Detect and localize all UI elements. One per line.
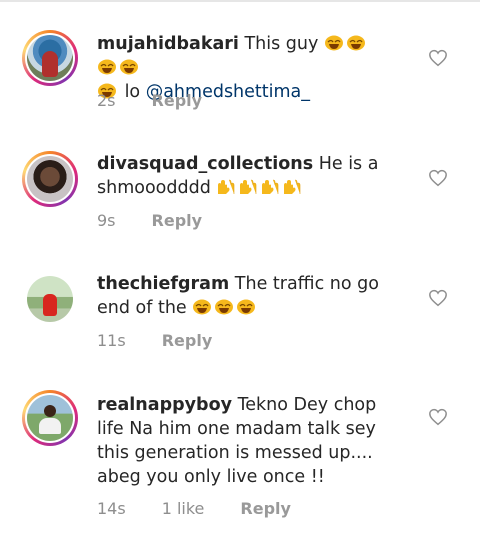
reply-button[interactable]: Reply: [240, 499, 291, 518]
comment-timestamp: 14s: [97, 499, 126, 518]
comment-meta: 11s Reply: [97, 331, 248, 350]
heart-outline-icon[interactable]: [428, 289, 448, 307]
reply-button[interactable]: Reply: [152, 211, 203, 230]
comment-text: realnappyboy Tekno Dey chop life Na him …: [97, 393, 387, 489]
avatar[interactable]: [22, 271, 78, 327]
comment-meta: 14s 1 like Reply: [97, 499, 327, 518]
comment-username[interactable]: thechiefgram: [97, 274, 229, 294]
comment-body: This guy: [238, 34, 319, 54]
laughing-emoji-icon: [120, 59, 138, 75]
laughing-emoji-icon: [98, 59, 116, 75]
comment-meta: 9s Reply: [97, 211, 238, 230]
comment-text: divasquad_collections He is a shmooodddd: [97, 152, 387, 200]
comment-username[interactable]: divasquad_collections: [97, 154, 313, 174]
heart-outline-icon[interactable]: [428, 169, 448, 187]
emoji-row: [211, 178, 305, 198]
laughing-emoji-icon: [324, 35, 343, 51]
comment-timestamp: 9s: [97, 211, 116, 230]
reply-button[interactable]: Reply: [152, 91, 203, 110]
reply-button[interactable]: Reply: [162, 331, 213, 350]
raised-hands-emoji-icon: [284, 179, 301, 194]
laughing-emoji-icon: [193, 299, 212, 315]
raised-hands-emoji-icon: [240, 179, 257, 194]
top-divider: [0, 0, 480, 2]
comment-timestamp: 2s: [97, 91, 116, 110]
comment-meta: 2s Reply: [97, 91, 238, 110]
raised-hands-emoji-icon: [262, 179, 279, 194]
like-count[interactable]: 1 like: [162, 499, 205, 518]
comment-text: thechiefgram The traffic no go end of th…: [97, 272, 387, 320]
avatar[interactable]: [22, 151, 78, 207]
heart-outline-icon[interactable]: [428, 49, 448, 67]
laughing-emoji-icon: [346, 35, 365, 51]
comment-username[interactable]: realnappyboy: [97, 395, 232, 415]
laughing-emoji-icon: [215, 299, 234, 315]
laughing-emoji-icon: [237, 299, 256, 315]
comment-timestamp: 11s: [97, 331, 126, 350]
emoji-row: [192, 298, 258, 318]
heart-outline-icon[interactable]: [428, 408, 448, 426]
raised-hands-emoji-icon: [218, 179, 235, 194]
avatar[interactable]: [22, 30, 78, 86]
comment-username[interactable]: mujahidbakari: [97, 34, 239, 54]
avatar[interactable]: [22, 390, 78, 446]
